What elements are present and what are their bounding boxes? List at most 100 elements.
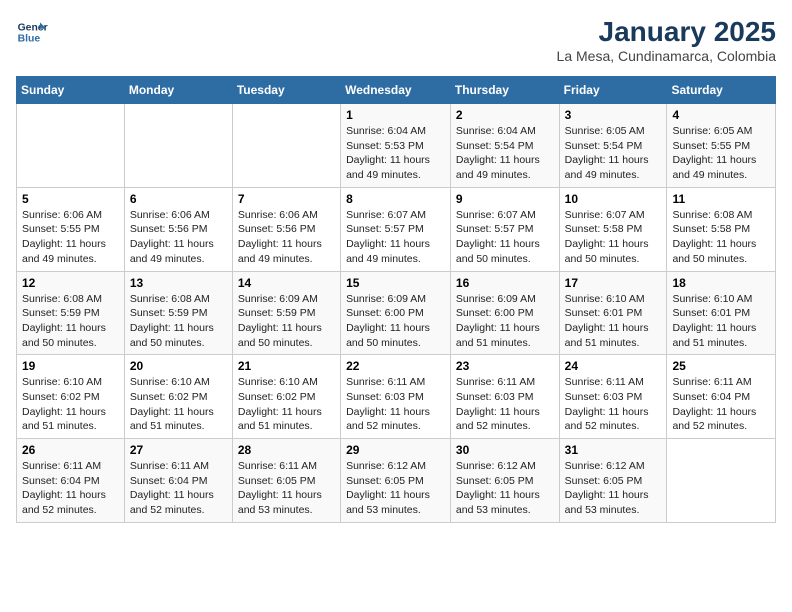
day-info: Sunrise: 6:11 AMSunset: 6:03 PMDaylight:… xyxy=(456,375,554,434)
day-number: 30 xyxy=(456,443,554,457)
day-number: 19 xyxy=(22,359,119,373)
calendar-week-row: 5Sunrise: 6:06 AMSunset: 5:55 PMDaylight… xyxy=(17,187,776,271)
day-info: Sunrise: 6:09 AMSunset: 5:59 PMDaylight:… xyxy=(238,292,335,351)
calendar-cell: 14Sunrise: 6:09 AMSunset: 5:59 PMDayligh… xyxy=(232,271,340,355)
weekday-header: Sunday xyxy=(17,77,125,104)
day-number: 4 xyxy=(672,108,770,122)
title-block: January 2025 La Mesa, Cundinamarca, Colo… xyxy=(557,16,776,64)
calendar-cell: 4 Sunrise: 6:05 AMSunset: 5:55 PMDaylight… xyxy=(667,104,776,188)
day-info: Sunrise: 6:08 AMSunset: 5:59 PMDaylight:… xyxy=(22,292,119,351)
day-info: Sunrise: 6:09 AMSunset: 6:00 PMDaylight:… xyxy=(346,292,445,351)
day-info: Sunrise: 6:07 AMSunset: 5:57 PMDaylight:… xyxy=(346,208,445,267)
calendar-cell: 23Sunrise: 6:11 AMSunset: 6:03 PMDayligh… xyxy=(450,355,559,439)
day-info: Sunrise: 6:05 AMSunset: 5:54 PMDaylight:… xyxy=(565,124,662,183)
day-info: Sunrise: 6:09 AMSunset: 6:00 PMDaylight:… xyxy=(456,292,554,351)
day-info: Sunrise: 6:12 AMSunset: 6:05 PMDaylight:… xyxy=(565,459,662,518)
weekday-header: Saturday xyxy=(667,77,776,104)
day-number: 26 xyxy=(22,443,119,457)
day-number: 25 xyxy=(672,359,770,373)
calendar-cell: 11 Sunrise: 6:08 AMSunset: 5:58 PMDayligh… xyxy=(667,187,776,271)
calendar-week-row: 12 Sunrise: 6:08 AMSunset: 5:59 PMDayligh… xyxy=(17,271,776,355)
calendar-cell: 24 Sunrise: 6:11 AMSunset: 6:03 PMDayligh… xyxy=(559,355,667,439)
day-info: Sunrise: 6:06 AMSunset: 5:56 PMDaylight:… xyxy=(130,208,227,267)
calendar-cell: 5Sunrise: 6:06 AMSunset: 5:55 PMDaylight… xyxy=(17,187,125,271)
day-info: Sunrise: 6:11 AMSunset: 6:04 PMDaylight:… xyxy=(22,459,119,518)
day-number: 16 xyxy=(456,276,554,290)
day-info: Sunrise: 6:08 AMSunset: 5:59 PMDaylight:… xyxy=(130,292,227,351)
calendar-cell: 15 Sunrise: 6:09 AMSunset: 6:00 PMDayligh… xyxy=(341,271,451,355)
day-number: 28 xyxy=(238,443,335,457)
day-number: 27 xyxy=(130,443,227,457)
calendar-cell: 26 Sunrise: 6:11 AMSunset: 6:04 PMDayligh… xyxy=(17,439,125,523)
day-info: Sunrise: 6:10 AMSunset: 6:01 PMDaylight:… xyxy=(565,292,662,351)
day-info: Sunrise: 6:08 AMSunset: 5:58 PMDaylight:… xyxy=(672,208,770,267)
day-info: Sunrise: 6:07 AMSunset: 5:57 PMDaylight:… xyxy=(456,208,554,267)
day-info: Sunrise: 6:07 AMSunset: 5:58 PMDaylight:… xyxy=(565,208,662,267)
calendar-cell: 2 Sunrise: 6:04 AMSunset: 5:54 PMDaylight… xyxy=(450,104,559,188)
calendar-cell: 28 Sunrise: 6:11 AMSunset: 6:05 PMDayligh… xyxy=(232,439,340,523)
calendar-cell: 7Sunrise: 6:06 AMSunset: 5:56 PMDaylight… xyxy=(232,187,340,271)
day-info: Sunrise: 6:05 AMSunset: 5:55 PMDaylight:… xyxy=(672,124,770,183)
day-info: Sunrise: 6:04 AMSunset: 5:54 PMDaylight:… xyxy=(456,124,554,183)
page-header: General Blue January 2025 La Mesa, Cundi… xyxy=(16,16,776,64)
calendar-cell: 18 Sunrise: 6:10 AMSunset: 6:01 PMDayligh… xyxy=(667,271,776,355)
calendar-cell: 29 Sunrise: 6:12 AMSunset: 6:05 PMDayligh… xyxy=(341,439,451,523)
day-info: Sunrise: 6:04 AMSunset: 5:53 PMDaylight:… xyxy=(346,124,445,183)
svg-text:Blue: Blue xyxy=(18,34,41,45)
day-number: 11 xyxy=(672,192,770,206)
day-number: 29 xyxy=(346,443,445,457)
day-info: Sunrise: 6:12 AMSunset: 6:05 PMDaylight:… xyxy=(346,459,445,518)
calendar-cell: 17 Sunrise: 6:10 AMSunset: 6:01 PMDayligh… xyxy=(559,271,667,355)
calendar-title: January 2025 xyxy=(557,16,776,48)
day-number: 18 xyxy=(672,276,770,290)
calendar-subtitle: La Mesa, Cundinamarca, Colombia xyxy=(557,48,776,64)
day-number: 20 xyxy=(130,359,227,373)
calendar-cell xyxy=(232,104,340,188)
day-number: 13 xyxy=(130,276,227,290)
day-info: Sunrise: 6:11 AMSunset: 6:05 PMDaylight:… xyxy=(238,459,335,518)
day-number: 17 xyxy=(565,276,662,290)
day-number: 8 xyxy=(346,192,445,206)
day-number: 10 xyxy=(565,192,662,206)
calendar-cell: 21Sunrise: 6:10 AMSunset: 6:02 PMDayligh… xyxy=(232,355,340,439)
calendar-cell: 6Sunrise: 6:06 AMSunset: 5:56 PMDaylight… xyxy=(124,187,232,271)
day-info: Sunrise: 6:10 AMSunset: 6:02 PMDaylight:… xyxy=(130,375,227,434)
day-number: 3 xyxy=(565,108,662,122)
day-number: 2 xyxy=(456,108,554,122)
day-number: 22 xyxy=(346,359,445,373)
day-info: Sunrise: 6:11 AMSunset: 6:04 PMDaylight:… xyxy=(130,459,227,518)
calendar-cell xyxy=(667,439,776,523)
day-number: 24 xyxy=(565,359,662,373)
calendar-cell: 3 Sunrise: 6:05 AMSunset: 5:54 PMDaylight… xyxy=(559,104,667,188)
calendar-cell xyxy=(17,104,125,188)
calendar-cell: 10 Sunrise: 6:07 AMSunset: 5:58 PMDayligh… xyxy=(559,187,667,271)
day-number: 12 xyxy=(22,276,119,290)
calendar-cell: 22 Sunrise: 6:11 AMSunset: 6:03 PMDayligh… xyxy=(341,355,451,439)
day-info: Sunrise: 6:12 AMSunset: 6:05 PMDaylight:… xyxy=(456,459,554,518)
weekday-header: Monday xyxy=(124,77,232,104)
calendar-cell: 25 Sunrise: 6:11 AMSunset: 6:04 PMDayligh… xyxy=(667,355,776,439)
day-info: Sunrise: 6:10 AMSunset: 6:02 PMDaylight:… xyxy=(22,375,119,434)
day-number: 15 xyxy=(346,276,445,290)
day-number: 31 xyxy=(565,443,662,457)
calendar-cell: 9Sunrise: 6:07 AMSunset: 5:57 PMDaylight… xyxy=(450,187,559,271)
day-info: Sunrise: 6:10 AMSunset: 6:01 PMDaylight:… xyxy=(672,292,770,351)
calendar-week-row: 26 Sunrise: 6:11 AMSunset: 6:04 PMDayligh… xyxy=(17,439,776,523)
calendar-table: SundayMondayTuesdayWednesdayThursdayFrid… xyxy=(16,76,776,523)
day-info: Sunrise: 6:11 AMSunset: 6:04 PMDaylight:… xyxy=(672,375,770,434)
logo-icon: General Blue xyxy=(16,16,48,48)
weekday-header: Thursday xyxy=(450,77,559,104)
day-info: Sunrise: 6:10 AMSunset: 6:02 PMDaylight:… xyxy=(238,375,335,434)
day-info: Sunrise: 6:11 AMSunset: 6:03 PMDaylight:… xyxy=(346,375,445,434)
weekday-header: Friday xyxy=(559,77,667,104)
calendar-cell: 16 Sunrise: 6:09 AMSunset: 6:00 PMDayligh… xyxy=(450,271,559,355)
calendar-cell: 20 Sunrise: 6:10 AMSunset: 6:02 PMDayligh… xyxy=(124,355,232,439)
calendar-week-row: 19 Sunrise: 6:10 AMSunset: 6:02 PMDayligh… xyxy=(17,355,776,439)
calendar-cell: 1Sunrise: 6:04 AMSunset: 5:53 PMDaylight… xyxy=(341,104,451,188)
logo: General Blue xyxy=(16,16,48,48)
calendar-cell: 19 Sunrise: 6:10 AMSunset: 6:02 PMDayligh… xyxy=(17,355,125,439)
weekday-header: Wednesday xyxy=(341,77,451,104)
calendar-cell xyxy=(124,104,232,188)
day-info: Sunrise: 6:11 AMSunset: 6:03 PMDaylight:… xyxy=(565,375,662,434)
day-number: 5 xyxy=(22,192,119,206)
